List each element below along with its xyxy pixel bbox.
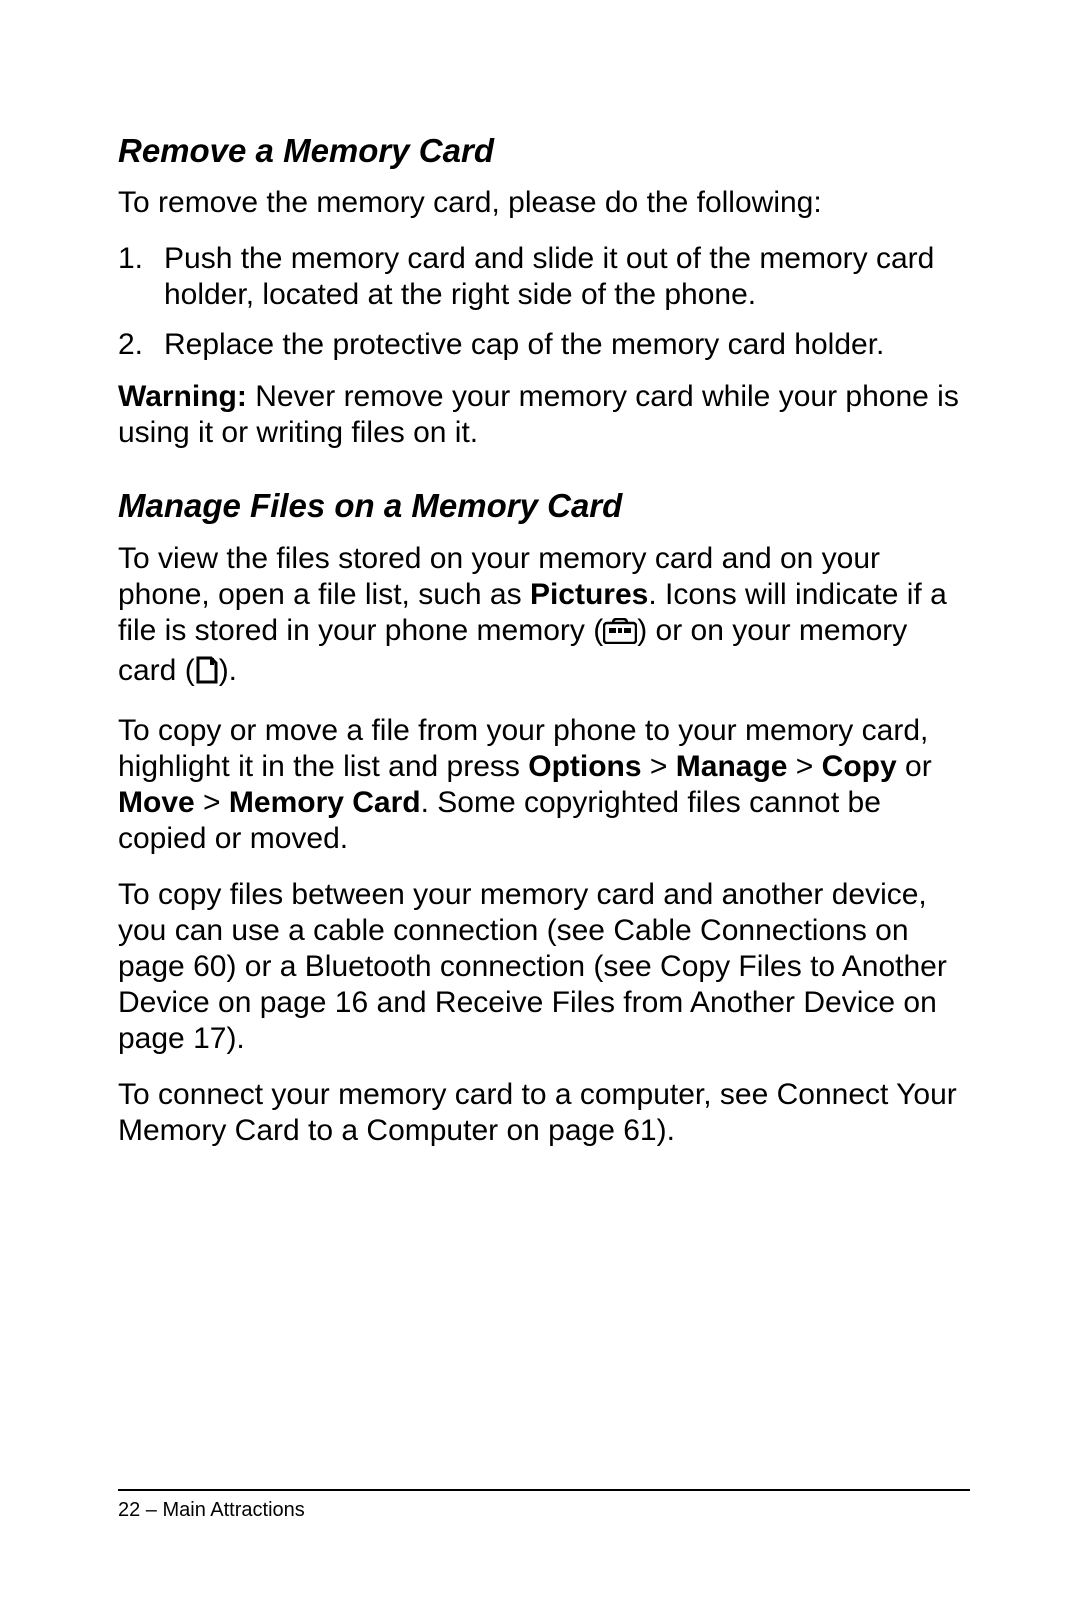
step-number: 2. [118,327,164,363]
manage-paragraph-2: To copy or move a file from your phone t… [118,713,970,857]
text-fragment: ). [219,654,237,687]
options-bold: Options [528,750,641,783]
remove-intro: To remove the memory card, please do the… [118,185,970,221]
heading-manage-files: Manage Files on a Memory Card [118,485,970,526]
step-number: 1. [118,241,164,313]
memory-card-icon [195,656,219,693]
footer-text: 22 – Main Attractions [118,1499,970,1522]
text-fragment: or [897,750,932,783]
step-text: Replace the protective cap of the memory… [164,327,970,363]
page-footer: 22 – Main Attractions [118,1489,970,1522]
manage-paragraph-3: To copy files between your memory card a… [118,877,970,1057]
text-fragment: > [642,750,676,783]
footer-rule [118,1489,970,1491]
step-text: Push the memory card and slide it out of… [164,241,970,313]
text-fragment: > [195,786,229,819]
phone-memory-icon [603,617,637,653]
pictures-bold: Pictures [530,578,648,611]
remove-steps-list: 1. Push the memory card and slide it out… [118,241,970,363]
move-bold: Move [118,786,195,819]
memory-card-bold: Memory Card [229,786,421,819]
manage-paragraph-1: To view the files stored on your memory … [118,541,970,693]
warning-label: Warning: [118,380,247,413]
warning-paragraph: Warning: Never remove your memory card w… [118,379,970,451]
heading-remove-memory-card: Remove a Memory Card [118,130,970,171]
list-item: 2. Replace the protective cap of the mem… [118,327,970,363]
text-fragment: > [787,750,821,783]
manage-bold: Manage [676,750,788,783]
copy-bold: Copy [822,750,897,783]
document-page: Remove a Memory Card To remove the memor… [0,0,1080,1622]
manage-paragraph-4: To connect your memory card to a compute… [118,1077,970,1149]
list-item: 1. Push the memory card and slide it out… [118,241,970,313]
